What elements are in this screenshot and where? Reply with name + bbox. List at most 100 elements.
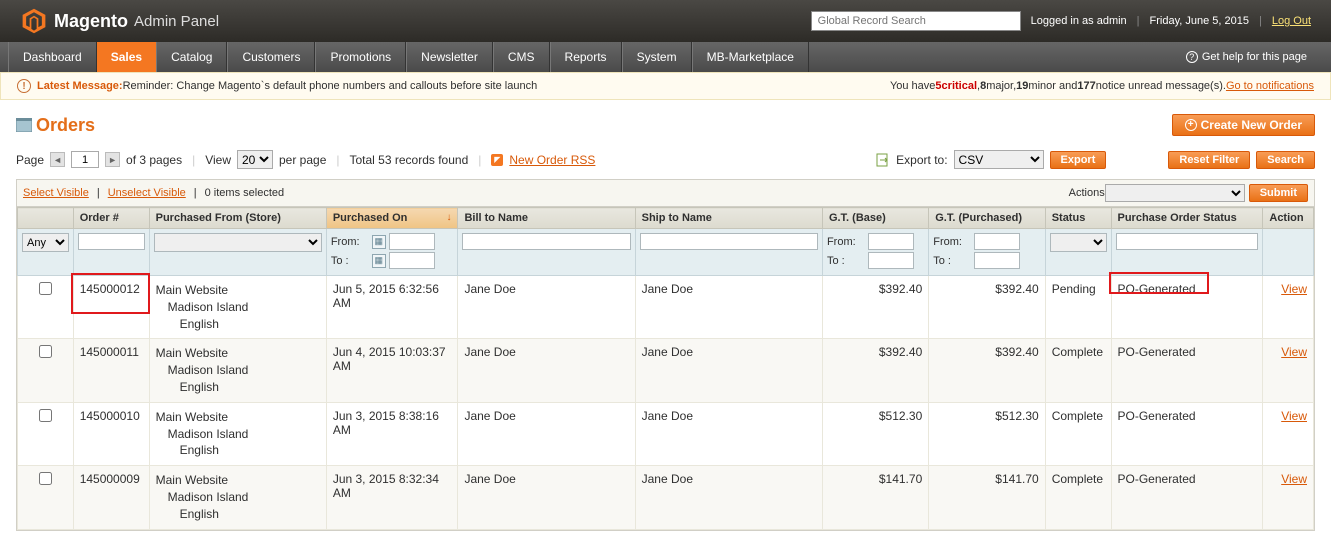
filter-base-from[interactable] — [868, 233, 914, 250]
status: Complete — [1052, 472, 1103, 486]
po-cell: PO-Generated — [1111, 339, 1263, 402]
export-format-select[interactable]: CSV — [954, 150, 1044, 169]
purchased-on: Jun 3, 2015 8:38:16 AM — [333, 409, 439, 437]
page-number-input[interactable] — [71, 151, 99, 168]
row-checkbox[interactable] — [39, 345, 52, 358]
create-order-button[interactable]: + Create New Order — [1172, 114, 1315, 136]
col-header[interactable] — [18, 208, 74, 229]
calendar-icon[interactable]: ▦ — [372, 235, 386, 249]
filter-row: AnyFrom:▦To :▦From:To :From:To : — [18, 229, 1314, 276]
nav-item-system[interactable]: System — [622, 42, 692, 72]
bill-to: Jane Doe — [464, 282, 515, 296]
row-checkbox[interactable] — [39, 472, 52, 485]
help-link[interactable]: ?Get help for this page — [1170, 42, 1323, 72]
msg-minor-label: minor and — [1028, 80, 1077, 92]
filter-status-select[interactable] — [1050, 233, 1107, 252]
order-number: 145000010 — [80, 409, 140, 423]
nav-item-promotions[interactable]: Promotions — [315, 42, 406, 72]
row-checkbox[interactable] — [39, 409, 52, 422]
col-header[interactable]: Purchased From (Store) — [149, 208, 326, 229]
msg-youhave: You have — [890, 80, 935, 92]
filter-purch-to[interactable] — [974, 252, 1020, 269]
logout-link[interactable]: Log Out — [1272, 15, 1311, 27]
nav-item-customers[interactable]: Customers — [227, 42, 315, 72]
export-button[interactable]: Export — [1050, 151, 1107, 169]
warning-icon: ! — [17, 79, 31, 93]
gt-base: $392.40 — [879, 282, 922, 296]
table-row[interactable]: 145000012Main WebsiteMadison IslandEngli… — [18, 276, 1314, 339]
nav-item-dashboard[interactable]: Dashboard — [8, 42, 97, 72]
order-cell: 145000009 — [73, 466, 149, 529]
nav-item-cms[interactable]: CMS — [493, 42, 550, 72]
nav-item-newsletter[interactable]: Newsletter — [406, 42, 493, 72]
global-search-input[interactable] — [811, 11, 1021, 31]
actions-select[interactable] — [1105, 184, 1245, 202]
filter-ship-input[interactable] — [640, 233, 818, 250]
store-text: Main WebsiteMadison IslandEnglish — [156, 282, 320, 332]
filter-po-input[interactable] — [1116, 233, 1259, 250]
order-cell: 145000010 — [73, 402, 149, 465]
col-header[interactable]: Ship to Name — [635, 208, 822, 229]
filter-purch-from[interactable] — [974, 233, 1020, 250]
unselect-visible-link[interactable]: Unselect Visible — [108, 187, 186, 199]
col-header[interactable]: Bill to Name — [458, 208, 635, 229]
bill-to: Jane Doe — [464, 409, 515, 423]
prev-page-button[interactable]: ◄ — [50, 152, 65, 167]
col-header[interactable]: G.T. (Base) — [822, 208, 928, 229]
filter-bill-input[interactable] — [462, 233, 630, 250]
col-header[interactable]: Action — [1263, 208, 1314, 229]
page-header: Orders + Create New Order — [0, 100, 1331, 144]
page-title: Orders — [36, 115, 95, 136]
filter-order-input[interactable] — [78, 233, 145, 250]
view-link[interactable]: View — [1281, 345, 1307, 359]
view-link[interactable]: View — [1281, 472, 1307, 486]
msg-critical-label: critical — [942, 80, 977, 92]
nav-item-reports[interactable]: Reports — [550, 42, 622, 72]
reset-filter-button[interactable]: Reset Filter — [1168, 151, 1250, 169]
po-cell: PO-Generated — [1111, 276, 1263, 339]
submit-button[interactable]: Submit — [1249, 184, 1308, 202]
nav-item-catalog[interactable]: Catalog — [156, 42, 227, 72]
col-header[interactable]: Purchase Order Status — [1111, 208, 1263, 229]
bill-to: Jane Doe — [464, 345, 515, 359]
col-header[interactable]: Order # — [73, 208, 149, 229]
table-row[interactable]: 145000010 Main WebsiteMadison IslandEngli… — [18, 402, 1314, 465]
po-status: PO-Generated — [1118, 472, 1196, 486]
nav-item-mb-marketplace[interactable]: MB-Marketplace — [692, 42, 809, 72]
store-text: Main WebsiteMadison IslandEnglish — [156, 345, 320, 395]
header-right: Logged in as admin | Friday, June 5, 201… — [1031, 15, 1311, 27]
table-row[interactable]: 145000009Main WebsiteMadison IslandEngli… — [18, 466, 1314, 529]
store-text: Main WebsiteMadison IslandEnglish — [156, 409, 320, 459]
order-number: 145000009 — [80, 472, 140, 486]
filter-date-to[interactable] — [389, 252, 435, 269]
filter-store-select[interactable] — [154, 233, 322, 252]
perpage-select[interactable]: 20 — [237, 150, 273, 169]
logo[interactable]: Magento Admin Panel — [20, 7, 219, 35]
perpage-label: per page — [279, 153, 326, 167]
view-link[interactable]: View — [1281, 409, 1307, 423]
col-header[interactable]: Status — [1045, 208, 1111, 229]
new-order-rss-link[interactable]: New Order RSS — [509, 153, 595, 167]
order-cell: 145000011 — [73, 339, 149, 402]
search-button[interactable]: Search — [1256, 151, 1315, 169]
row-checkbox[interactable] — [39, 282, 52, 295]
status: Complete — [1052, 345, 1103, 359]
go-notifications-link[interactable]: Go to notifications — [1226, 80, 1314, 92]
table-row[interactable]: 145000011Main WebsiteMadison IslandEngli… — [18, 339, 1314, 402]
next-page-button[interactable]: ► — [105, 152, 120, 167]
view-link[interactable]: View — [1281, 282, 1307, 296]
col-header[interactable]: Purchased On↓ — [326, 208, 458, 229]
ship-to: Jane Doe — [642, 282, 693, 296]
header-date: Friday, June 5, 2015 — [1150, 15, 1249, 27]
calendar-icon[interactable]: ▦ — [372, 254, 386, 268]
filter-any-select[interactable]: Any — [22, 233, 69, 252]
select-visible-link[interactable]: Select Visible — [23, 187, 89, 199]
filter-date-from[interactable] — [389, 233, 435, 250]
col-header[interactable]: G.T. (Purchased) — [929, 208, 1045, 229]
logo-subtitle: Admin Panel — [134, 13, 219, 30]
filter-base-to[interactable] — [868, 252, 914, 269]
notification-bar: ! Latest Message: Reminder: Change Magen… — [0, 72, 1331, 100]
nav-item-sales[interactable]: Sales — [97, 42, 156, 72]
export-icon — [876, 153, 890, 167]
orders-grid: Select Visible | Unselect Visible | 0 it… — [16, 179, 1315, 531]
